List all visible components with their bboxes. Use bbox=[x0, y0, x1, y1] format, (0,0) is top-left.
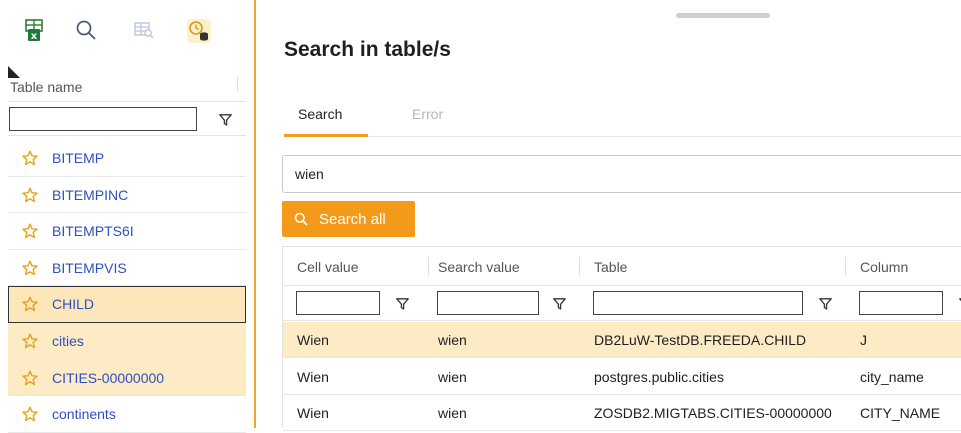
cell-value: Wien bbox=[297, 405, 329, 421]
column-separator bbox=[845, 257, 846, 275]
table-cell: DB2LuW-TestDB.FREEDA.CHILD bbox=[594, 332, 807, 348]
header-search-value[interactable]: Search value bbox=[438, 259, 520, 275]
history-database-button[interactable] bbox=[178, 10, 218, 50]
table-name-filter-input[interactable] bbox=[9, 107, 197, 131]
header-cell-value[interactable]: Cell value bbox=[297, 259, 358, 275]
star-icon[interactable] bbox=[22, 260, 38, 276]
select-all-corner[interactable] bbox=[8, 66, 20, 78]
filter-funnel-icon[interactable] bbox=[396, 298, 409, 310]
column-cell: city_name bbox=[860, 368, 924, 385]
tab-search[interactable]: Search bbox=[298, 106, 342, 122]
search-value: wien bbox=[438, 368, 467, 385]
table-list-item-label: BITEMP bbox=[52, 150, 105, 166]
cell-value-filter-input[interactable] bbox=[296, 291, 380, 315]
search-value: wien bbox=[438, 405, 467, 421]
search-value-filter-input[interactable] bbox=[437, 291, 539, 315]
column-filter-input[interactable] bbox=[859, 291, 943, 315]
table-row[interactable]: Wien wien DB2LuW-TestDB.FREEDA.CHILD J bbox=[283, 322, 961, 358]
table-list-item-label: CHILD bbox=[52, 296, 95, 313]
column-separator bbox=[428, 257, 429, 275]
filter-funnel-icon[interactable] bbox=[819, 298, 832, 310]
star-icon[interactable] bbox=[22, 370, 38, 386]
search-icon bbox=[76, 20, 96, 40]
export-excel-icon: x bbox=[25, 19, 43, 42]
results-grid: Cell value Search value Table Column Wie… bbox=[282, 246, 961, 431]
table-filter-input[interactable] bbox=[593, 291, 803, 315]
table-filter-row bbox=[8, 104, 246, 136]
header-table[interactable]: Table bbox=[594, 259, 627, 275]
cell-value: Wien bbox=[297, 368, 329, 385]
table-row[interactable]: Wien wien postgres.public.cities city_name bbox=[283, 359, 961, 395]
star-icon[interactable] bbox=[22, 333, 38, 349]
table-list-item[interactable]: BITEMPVIS bbox=[8, 250, 246, 287]
star-icon[interactable] bbox=[22, 223, 38, 239]
grid-filter-row bbox=[283, 285, 961, 321]
star-icon[interactable] bbox=[22, 296, 38, 312]
column-separator bbox=[579, 257, 580, 275]
column-cell: J bbox=[860, 332, 867, 348]
tab-error[interactable]: Error bbox=[412, 106, 443, 122]
table-row[interactable]: Wien wien ZOSDB2.MIGTABS.CITIES-00000000 CI… bbox=[283, 395, 961, 431]
drag-handle[interactable] bbox=[676, 13, 770, 18]
table-list-item[interactable]: continents bbox=[8, 396, 246, 433]
table-list-item[interactable]: CITIES-00000000 bbox=[8, 359, 246, 397]
header-column[interactable]: Column bbox=[860, 259, 908, 275]
table-list-item[interactable]: cities bbox=[8, 322, 246, 360]
table-list-item-label: continents bbox=[52, 406, 116, 423]
filter-funnel-icon[interactable] bbox=[219, 114, 232, 126]
star-icon[interactable] bbox=[22, 187, 38, 203]
table-list-item-label: cities bbox=[52, 332, 84, 349]
table-list-item-label: BITEMPTS6I bbox=[52, 223, 134, 240]
table-name-header-label: Table name bbox=[10, 79, 83, 95]
filter-funnel-icon[interactable] bbox=[553, 298, 566, 310]
export-excel-button[interactable]: x bbox=[14, 10, 54, 50]
search-value-input[interactable] bbox=[282, 155, 961, 193]
table-list-item[interactable]: BITEMPTS6I bbox=[8, 213, 246, 250]
search-dialog: Search in table/s Search Error Search al… bbox=[256, 0, 961, 431]
search-all-label: Search all bbox=[319, 211, 386, 228]
search-icon bbox=[294, 212, 308, 226]
column-separator bbox=[237, 76, 238, 92]
svg-text:x: x bbox=[31, 31, 38, 42]
history-database-icon bbox=[187, 19, 211, 43]
table-list-item[interactable]: BITEMPINC bbox=[8, 177, 246, 214]
table-search-icon bbox=[134, 22, 154, 39]
table-name-column-header[interactable]: Table name bbox=[8, 66, 246, 102]
search-button[interactable] bbox=[66, 10, 106, 50]
star-icon[interactable] bbox=[22, 150, 38, 166]
table-list-pane: x Table name BITEMP BITEMPINC BITEMPTS6I… bbox=[0, 0, 254, 433]
table-cell: ZOSDB2.MIGTABS.CITIES-00000000 bbox=[594, 405, 832, 421]
dialog-tabs: Search Error bbox=[284, 100, 961, 137]
column-cell: CITY_NAME bbox=[860, 405, 941, 421]
table-list-item-label: CITIES-00000000 bbox=[52, 369, 165, 386]
active-tab-indicator bbox=[284, 134, 368, 137]
table-search-button[interactable] bbox=[124, 10, 164, 50]
table-list-item-label: BITEMPVIS bbox=[52, 259, 127, 276]
star-icon[interactable] bbox=[22, 406, 38, 422]
table-list-item-label: BITEMPINC bbox=[52, 186, 129, 203]
dialog-title: Search in table/s bbox=[284, 38, 451, 61]
cell-value: Wien bbox=[297, 332, 329, 348]
table-cell: postgres.public.cities bbox=[594, 368, 724, 385]
search-all-button[interactable]: Search all bbox=[282, 201, 415, 237]
table-list-item[interactable]: BITEMP bbox=[8, 140, 246, 177]
table-list-item[interactable]: CHILD bbox=[8, 286, 246, 323]
table-list: BITEMP BITEMPINC BITEMPTS6I BITEMPVIS CHILD c… bbox=[8, 140, 246, 433]
search-value: wien bbox=[438, 332, 467, 348]
left-toolbar: x bbox=[0, 0, 254, 64]
